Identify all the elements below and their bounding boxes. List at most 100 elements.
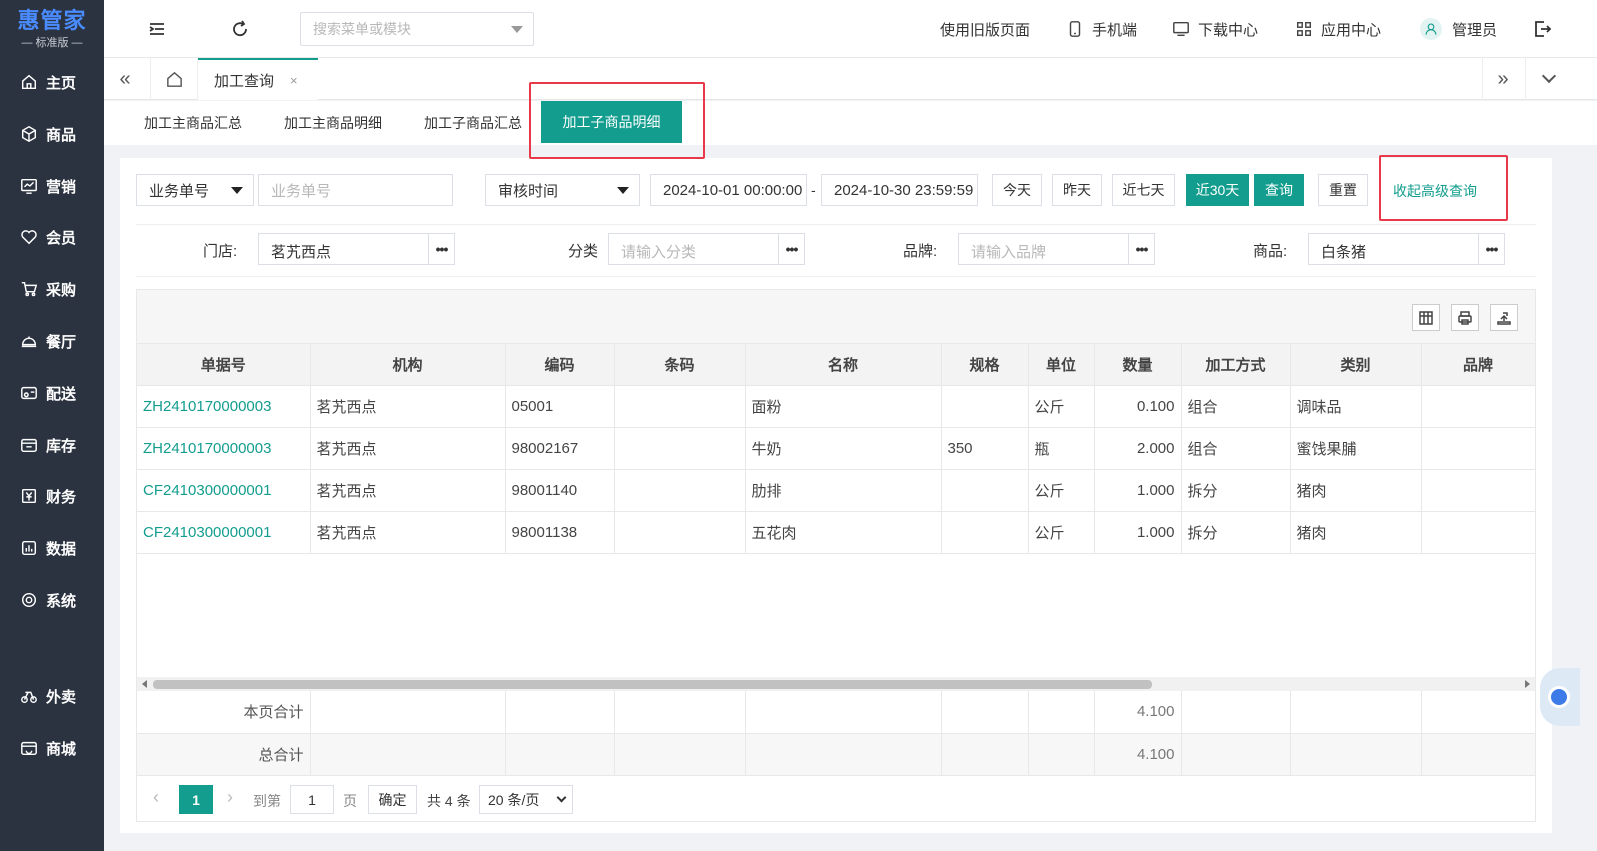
doc-number-link[interactable]: CF2410300000001 (137, 511, 311, 554)
sidebar-item-mall[interactable]: 商城 (0, 728, 104, 768)
export-button[interactable] (1490, 304, 1518, 331)
doc-number-input[interactable]: 业务单号 (258, 174, 453, 206)
home-icon (21, 74, 37, 90)
date-from-input[interactable]: 2024-10-01 00:00:00 (650, 174, 807, 206)
page-number-current[interactable]: 1 (179, 785, 213, 814)
page-unit-label: 页 (343, 793, 357, 809)
download-center-link[interactable]: 下载中心 (1172, 18, 1258, 40)
divider (1525, 58, 1526, 100)
today-button[interactable]: 今天 (992, 174, 1042, 206)
user-menu[interactable]: 管理员 (1420, 18, 1497, 40)
logout-button[interactable] (1532, 19, 1552, 39)
grand-total-row: 总合计 4.100 (137, 733, 1536, 776)
mobile-link[interactable]: 手机端 (1066, 18, 1137, 40)
tabs-scroll-right-button[interactable]: » (1482, 58, 1524, 100)
last-30-days-button[interactable]: 近30天 (1186, 174, 1249, 206)
tab-processing-query[interactable]: 加工查询 × (198, 58, 318, 100)
doc-number-link[interactable]: ZH2410170000003 (137, 385, 311, 428)
table-cell: 05001 (505, 385, 615, 428)
column-header[interactable]: 机构 (310, 344, 506, 386)
doc-number-link[interactable]: CF2410300000001 (137, 469, 311, 512)
prev-page-button[interactable]: ‹ (153, 787, 159, 808)
refresh-icon (233, 20, 247, 37)
doc-type-select[interactable]: 业务单号 (136, 174, 254, 206)
next-page-button[interactable]: › (227, 787, 233, 808)
sidebar-item-label: 营销 (46, 178, 77, 196)
column-header[interactable]: 单位 (1028, 344, 1095, 386)
column-header[interactable]: 品牌 (1421, 344, 1536, 386)
app-center-link[interactable]: 应用中心 (1295, 18, 1381, 40)
product-picker[interactable]: 白条猪 ••• (1308, 233, 1505, 265)
store-picker[interactable]: 茗艽西点 ••• (258, 233, 455, 265)
column-header[interactable]: 名称 (745, 344, 942, 386)
query-button[interactable]: 查询 (1254, 174, 1304, 206)
reset-button[interactable]: 重置 (1318, 174, 1368, 206)
table-cell (941, 385, 1029, 428)
menu-toggle-button[interactable] (147, 19, 167, 39)
refresh-button[interactable] (230, 19, 250, 39)
sidebar-item-system[interactable]: 系统 (0, 580, 104, 620)
print-button[interactable] (1451, 304, 1479, 331)
brand-picker[interactable]: 请输入品牌 ••• (958, 233, 1155, 265)
sidebar-item-takeout[interactable]: 外卖 (0, 676, 104, 716)
more-icon[interactable]: ••• (1128, 234, 1154, 264)
column-header[interactable]: 编码 (505, 344, 615, 386)
date-to-input[interactable]: 2024-10-30 23:59:59 (821, 174, 978, 206)
yesterday-button[interactable]: 昨天 (1052, 174, 1102, 206)
scrollbar-thumb[interactable] (153, 680, 1152, 689)
table-cell (1421, 691, 1536, 734)
scroll-right-arrow-icon[interactable] (1525, 680, 1530, 688)
column-header[interactable]: 条码 (614, 344, 746, 386)
doc-number-link[interactable]: ZH2410170000003 (137, 427, 311, 470)
sidebar-item-delivery[interactable]: 配送 (0, 373, 104, 413)
sidebar-item-marketing[interactable]: 营销 (0, 166, 104, 206)
column-header[interactable]: 加工方式 (1181, 344, 1291, 386)
tab-main-summary[interactable]: 加工主商品汇总 (144, 113, 242, 133)
toggle-advanced-query-link[interactable]: 收起高级查询 (1393, 181, 1477, 201)
sidebar-item-products[interactable]: 商品 (0, 114, 104, 154)
tab-home[interactable] (150, 58, 198, 100)
tabs-scroll-left-button[interactable]: « (104, 58, 146, 100)
old-page-link[interactable]: 使用旧版页面 (940, 18, 1030, 40)
sidebar-item-members[interactable]: 会员 (0, 217, 104, 257)
table-cell: 拆分 (1181, 469, 1291, 512)
menu-search-input[interactable]: 搜索菜单或模块 (300, 12, 534, 46)
cart-icon (21, 281, 38, 297)
more-icon[interactable]: ••• (1478, 234, 1504, 264)
table-cell (1290, 733, 1422, 776)
column-header[interactable]: 数量 (1094, 344, 1182, 386)
column-header[interactable]: 类别 (1290, 344, 1422, 386)
tab-sub-detail[interactable]: 加工子商品明细 (541, 101, 682, 143)
sidebar-item-finance[interactable]: 财务 (0, 476, 104, 516)
date-to-value: 2024-10-30 23:59:59 (834, 181, 974, 199)
goto-page-input[interactable]: 1 (290, 785, 334, 814)
table-cell (941, 511, 1029, 554)
more-icon[interactable]: ••• (428, 234, 454, 264)
grand-total-label: 总合计 (137, 733, 311, 776)
scroll-left-arrow-icon[interactable] (142, 680, 147, 688)
tab-main-detail[interactable]: 加工主商品明细 (284, 113, 382, 133)
assistant-float-button[interactable] (1540, 668, 1580, 726)
sidebar-item-label: 商品 (46, 126, 77, 144)
doc-number-placeholder: 业务单号 (271, 182, 332, 200)
category-picker[interactable]: 请输入分类 ••• (608, 233, 805, 265)
sidebar-item-inventory[interactable]: 库存 (0, 425, 104, 465)
column-header[interactable]: 单据号 (137, 344, 311, 386)
sidebar-item-home[interactable]: 主页 (0, 62, 104, 102)
sidebar-item-data[interactable]: 数据 (0, 528, 104, 568)
time-type-select[interactable]: 审核时间 (485, 174, 640, 206)
tab-sub-summary[interactable]: 加工子商品汇总 (424, 113, 522, 133)
sidebar-item-purchase[interactable]: 采购 (0, 269, 104, 309)
page-size-select[interactable]: 20 条/页 (479, 785, 573, 814)
column-settings-button[interactable] (1412, 304, 1440, 331)
tabs-menu-button[interactable] (1528, 58, 1570, 100)
more-icon[interactable]: ••• (778, 234, 804, 264)
goto-confirm-button[interactable]: 确定 (368, 785, 417, 814)
sidebar-item-restaurant[interactable]: 餐厅 (0, 321, 104, 361)
close-icon[interactable]: × (290, 73, 298, 88)
avatar (1420, 18, 1442, 40)
last-7-days-button[interactable]: 近七天 (1112, 174, 1175, 206)
horizontal-scrollbar[interactable] (137, 677, 1535, 691)
table-cell: 猪肉 (1290, 469, 1422, 512)
column-header[interactable]: 规格 (941, 344, 1029, 386)
